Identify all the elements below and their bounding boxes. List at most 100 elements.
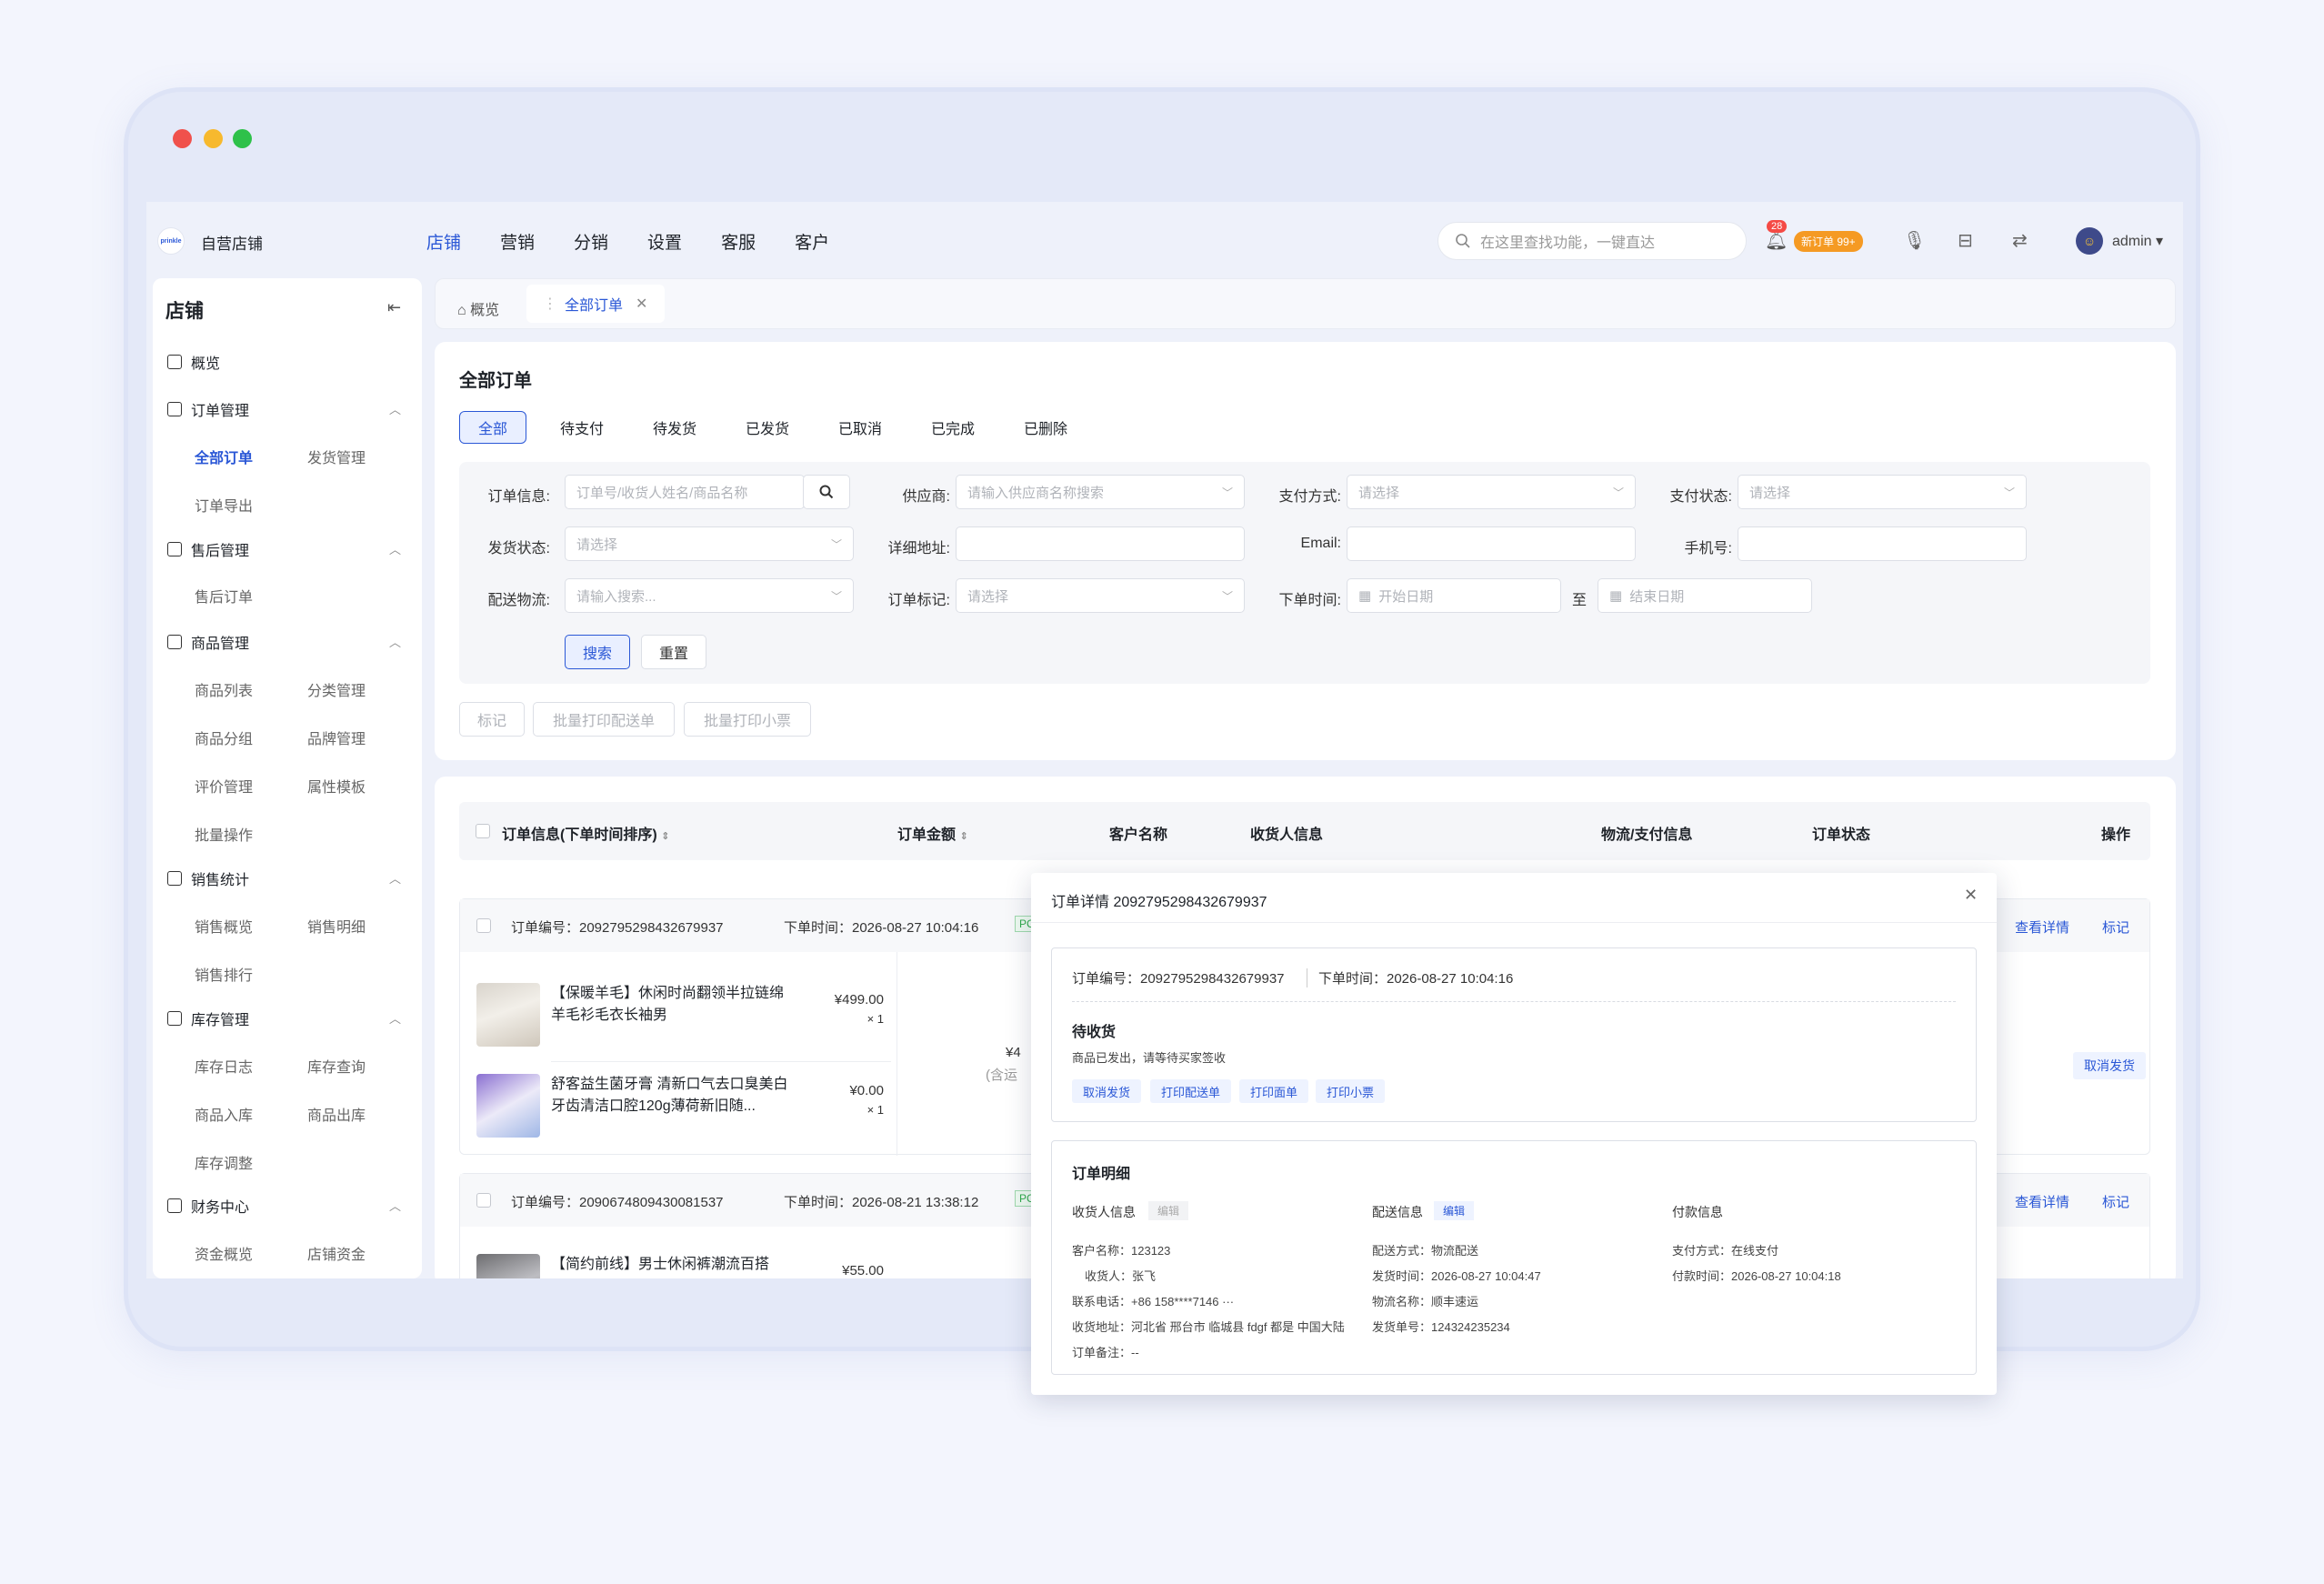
status-tab-to-ship[interactable]: 待发货 xyxy=(642,411,707,444)
chevron-up-icon[interactable]: ︿ xyxy=(389,540,401,557)
header-amount[interactable]: 订单金额 ⇕ xyxy=(897,822,968,844)
chevron-up-icon[interactable]: ︿ xyxy=(389,400,401,417)
supplier-select[interactable]: 请输入供应商名称搜索 ﹀ xyxy=(956,475,1245,509)
ship-status-select[interactable]: 请选择 ﹀ xyxy=(565,526,854,561)
product-name[interactable]: 舒客益生菌牙膏 清新口气去口臭美白牙齿清洁口腔120g薄荷新旧随... xyxy=(551,1074,791,1118)
sidebar-item-stock-query[interactable]: 库存查询 xyxy=(307,1055,366,1077)
sidebar-item-store-funds[interactable]: 店铺资金 xyxy=(307,1242,366,1264)
chevron-up-icon[interactable]: ︿ xyxy=(389,1009,401,1027)
sidebar-item-sales-overview[interactable]: 销售概览 xyxy=(195,915,253,937)
minimize-window-dot[interactable] xyxy=(204,129,223,148)
sidebar-item-sales-detail[interactable]: 销售明细 xyxy=(307,915,366,937)
nav-customers[interactable]: 客户 xyxy=(795,229,829,254)
mark-link[interactable]: 标记 xyxy=(2102,1192,2129,1211)
sidebar-item-order-export[interactable]: 订单导出 xyxy=(195,494,253,516)
sidebar-item-shipping[interactable]: 发货管理 xyxy=(307,446,366,467)
sidebar-item-stock-out[interactable]: 商品出库 xyxy=(307,1103,366,1125)
pay-status-label: 支付状态: xyxy=(1669,489,1732,505)
sidebar-item-brands[interactable]: 品牌管理 xyxy=(307,727,366,748)
nav-distribution[interactable]: 分销 xyxy=(574,229,608,254)
view-detail-link[interactable]: 查看详情 xyxy=(2015,917,2069,937)
maximize-window-dot[interactable] xyxy=(233,129,252,148)
product-name[interactable]: 【简约前线】男士休闲裤潮流百搭 xyxy=(551,1254,791,1276)
end-date-input[interactable]: ▦ 结束日期 xyxy=(1598,578,1812,613)
sidebar-group-products[interactable]: 商品管理 xyxy=(167,631,249,653)
new-order-badge[interactable]: 新订单 99+ xyxy=(1794,231,1863,252)
batch-print-delivery-button[interactable]: 批量打印配送单 xyxy=(533,702,675,737)
translate-icon[interactable]: ⇄ xyxy=(2012,229,2028,252)
sidebar-group-inventory[interactable]: 库存管理 xyxy=(167,1008,249,1029)
user-menu[interactable]: admin ▾ xyxy=(2112,232,2163,250)
chevron-up-icon[interactable]: ︿ xyxy=(389,869,401,887)
sidebar-group-finance[interactable]: 财务中心 xyxy=(167,1195,249,1217)
reset-button[interactable]: 重置 xyxy=(641,635,706,669)
collapse-sidebar-icon[interactable]: ⇤ xyxy=(387,298,401,317)
status-tab-shipped[interactable]: 已发货 xyxy=(735,411,800,444)
global-search[interactable]: 在这里查找功能，一键直达 xyxy=(1437,222,1747,260)
order-checkbox[interactable] xyxy=(476,1193,491,1208)
logistics-select[interactable]: 请输入搜索... ﹀ xyxy=(565,578,854,613)
close-icon[interactable]: ✕ xyxy=(1964,886,1978,905)
receiver-edit-button[interactable]: 编辑 xyxy=(1148,1201,1189,1220)
sidebar-item-attribute-templates[interactable]: 属性模板 xyxy=(307,775,366,797)
sidebar-item-stock-in[interactable]: 商品入库 xyxy=(195,1103,253,1125)
select-all-checkbox[interactable] xyxy=(476,824,490,838)
header-order-info[interactable]: 订单信息(下单时间排序) ⇕ xyxy=(502,822,669,844)
status-tab-deleted[interactable]: 已删除 xyxy=(1013,411,1078,444)
status-tab-all[interactable]: 全部 xyxy=(459,411,526,444)
mark-button[interactable]: 标记 xyxy=(459,702,525,737)
sidebar-item-funds-overview[interactable]: 资金概览 xyxy=(195,1242,253,1264)
pay-status-select[interactable]: 请选择 ﹀ xyxy=(1738,475,2027,509)
print-delivery-button[interactable]: 打印配送单 xyxy=(1150,1079,1232,1103)
sidebar-item-stock-log[interactable]: 库存日志 xyxy=(195,1055,253,1077)
mark-select[interactable]: 请选择 ﹀ xyxy=(956,578,1245,613)
sidebar-item-batch[interactable]: 批量操作 xyxy=(195,823,253,845)
nav-marketing[interactable]: 营销 xyxy=(500,229,535,254)
nav-store[interactable]: 店铺 xyxy=(426,229,461,254)
sidebar-item-sales-ranking[interactable]: 销售排行 xyxy=(195,963,253,985)
sidebar-item-aftersales-orders[interactable]: 售后订单 xyxy=(195,585,253,607)
close-window-dot[interactable] xyxy=(173,129,192,148)
sidebar-item-categories[interactable]: 分类管理 xyxy=(307,678,366,700)
avatar[interactable]: ☺ xyxy=(2076,227,2103,255)
status-tab-cancelled[interactable]: 已取消 xyxy=(827,411,893,444)
voice-icon[interactable]: 🎙︎ xyxy=(1903,229,1926,252)
sidebar-item-product-groups[interactable]: 商品分组 xyxy=(195,727,253,748)
phone-field[interactable] xyxy=(1738,526,2027,561)
status-tab-completed[interactable]: 已完成 xyxy=(920,411,986,444)
sidebar-group-sales-stats[interactable]: 销售统计 xyxy=(167,867,249,889)
tab-overview[interactable]: ⌂ 概览 xyxy=(448,290,508,326)
chevron-up-icon[interactable]: ︿ xyxy=(389,1197,401,1214)
nav-settings[interactable]: 设置 xyxy=(647,229,682,254)
cancel-shipment-button[interactable]: 取消发货 xyxy=(1072,1079,1142,1103)
sidebar-item-stock-adjust[interactable]: 库存调整 xyxy=(195,1151,253,1173)
close-icon[interactable]: ✕ xyxy=(636,295,647,313)
batch-print-receipt-button[interactable]: 批量打印小票 xyxy=(684,702,811,737)
view-detail-link[interactable]: 查看详情 xyxy=(2015,1192,2069,1211)
chevron-up-icon[interactable]: ︿ xyxy=(389,633,401,650)
sidebar-item-all-orders[interactable]: 全部订单 xyxy=(195,446,253,467)
mark-link[interactable]: 标记 xyxy=(2102,917,2129,937)
order-info-input[interactable]: 订单号/收货人姓名/商品名称 xyxy=(565,475,805,509)
sidebar-item-product-list[interactable]: 商品列表 xyxy=(195,678,253,700)
pay-method-select[interactable]: 请选择 ﹀ xyxy=(1347,475,1636,509)
nav-service[interactable]: 客服 xyxy=(721,229,756,254)
product-name[interactable]: 【保暖羊毛】休闲时尚翻领半拉链绵羊毛衫毛衣长袖男 xyxy=(551,983,791,1027)
print-receipt-button[interactable]: 打印小票 xyxy=(1316,1079,1386,1103)
status-tab-unpaid[interactable]: 待支付 xyxy=(549,411,615,444)
sidebar-group-orders[interactable]: 订单管理 xyxy=(167,398,249,420)
order-search-button[interactable] xyxy=(803,475,850,509)
search-button[interactable]: 搜索 xyxy=(565,635,630,669)
sidebar-group-overview[interactable]: 概览 xyxy=(167,351,220,373)
address-input[interactable] xyxy=(956,526,1245,561)
print-waybill-button[interactable]: 打印面单 xyxy=(1239,1079,1309,1103)
start-date-input[interactable]: ▦ 开始日期 xyxy=(1347,578,1561,613)
sidebar-item-reviews[interactable]: 评价管理 xyxy=(195,775,253,797)
email-field[interactable] xyxy=(1347,526,1636,561)
store-icon[interactable]: ⊟ xyxy=(1958,229,1973,252)
order-checkbox[interactable] xyxy=(476,918,491,933)
tab-all-orders[interactable]: ⋮ 全部订单 ✕ xyxy=(526,285,665,323)
sidebar-group-aftersales[interactable]: 售后管理 xyxy=(167,538,249,560)
delivery-edit-button[interactable]: 编辑 xyxy=(1434,1201,1475,1220)
cancel-shipment-button[interactable]: 取消发货 xyxy=(2073,1052,2146,1079)
